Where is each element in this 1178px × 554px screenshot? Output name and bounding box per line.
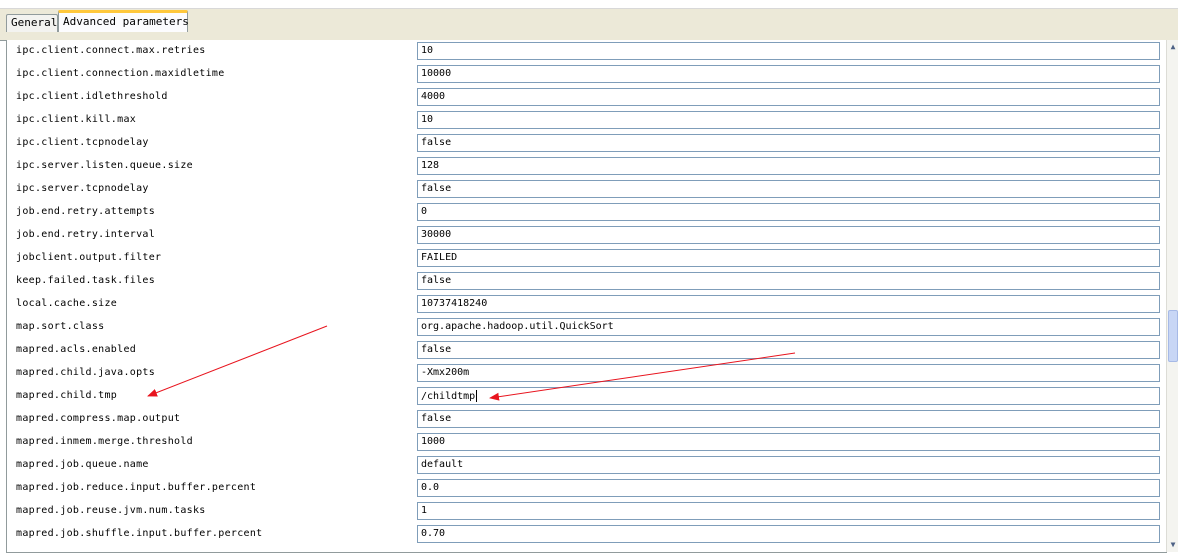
annotation-arrow-to-value (489, 352, 796, 401)
tab-advanced-parameters[interactable]: Advanced parameters (58, 10, 189, 32)
annotation-arrow-to-label (147, 325, 328, 397)
annotation-overlay (147, 325, 796, 401)
